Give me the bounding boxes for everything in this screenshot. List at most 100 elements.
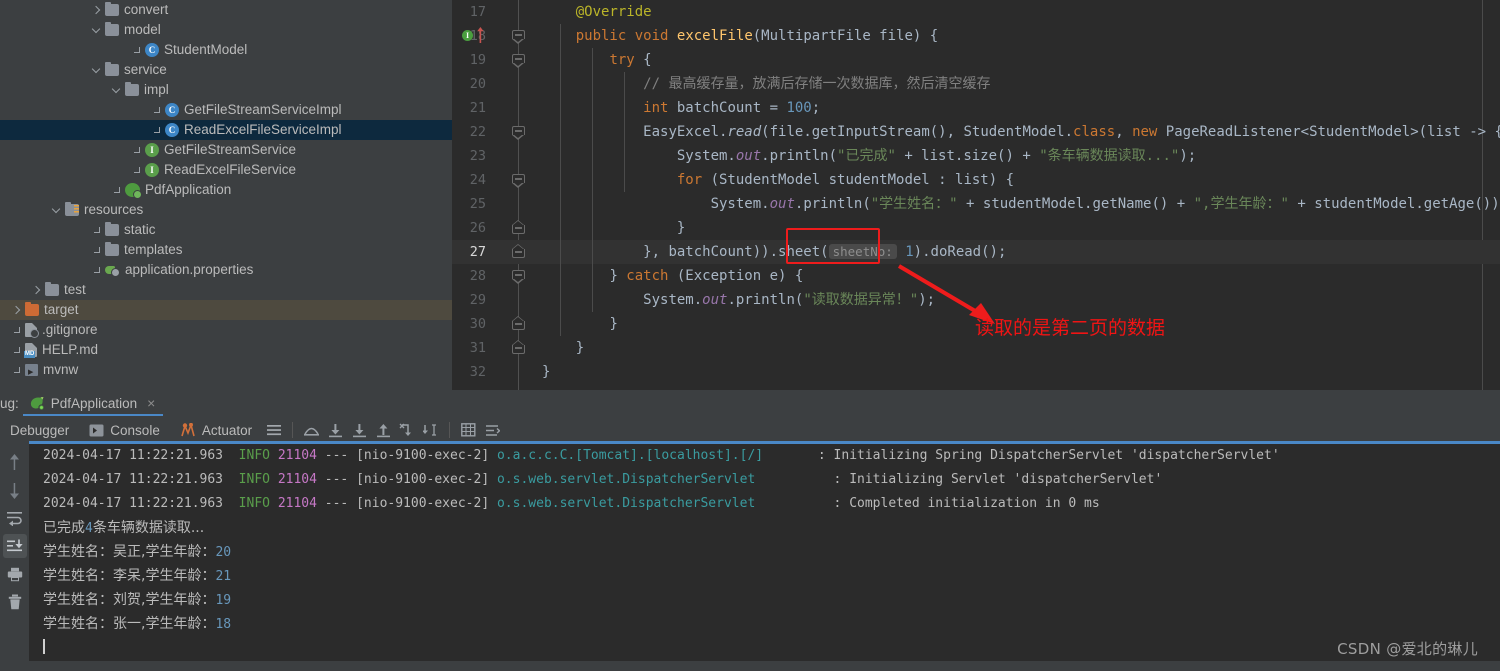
fold-toggle-icon[interactable] <box>512 174 525 188</box>
tree-item-resources[interactable]: resources <box>0 200 452 220</box>
log-message: : Initializing Servlet 'dispatcherServle… <box>833 472 1163 487</box>
console-output-line: 学生姓名：吴正,学生年龄：20 <box>29 540 1500 564</box>
tab-debugger[interactable]: Debugger <box>0 416 79 444</box>
line-number: 24 <box>469 172 486 188</box>
code-text: } <box>542 312 617 336</box>
chevron-right-icon[interactable] <box>92 5 103 16</box>
toolbar-divider <box>292 422 294 438</box>
code-token: PageReadListener<StudentModel>(list -> { <box>1165 124 1500 140</box>
print-icon[interactable] <box>3 562 27 586</box>
chevron-down-icon[interactable] <box>92 25 103 36</box>
step-over-icon[interactable] <box>299 418 323 442</box>
output-number: 20 <box>215 545 232 560</box>
code-token: 100 <box>786 100 812 116</box>
log-logger: o.a.c.c.C.[Tomcat].[localhost].[/] <box>496 448 764 463</box>
tree-item-readexcelfileservice[interactable]: I ReadExcelFileService <box>0 160 452 180</box>
chevron-down-icon[interactable] <box>112 85 123 96</box>
console-caret-line[interactable] <box>29 636 1500 660</box>
step-into-icon[interactable] <box>323 418 347 442</box>
run-tab-pdfapplication[interactable]: PdfApplication × <box>22 390 164 416</box>
tree-item-templates[interactable]: templates <box>0 240 452 260</box>
tree-item-impl[interactable]: impl <box>0 80 452 100</box>
fold-toggle-icon[interactable] <box>512 30 525 44</box>
scroll-down-icon[interactable] <box>3 478 27 502</box>
tree-item-pdfapplication[interactable]: PdfApplication <box>0 180 452 200</box>
run-to-cursor-icon[interactable] <box>419 418 443 442</box>
tab-console[interactable]: Console <box>79 416 170 444</box>
console-output[interactable]: 2024-04-17 11:22:21.963 INFO 21104 --- [… <box>29 444 1500 661</box>
project-tree-panel[interactable]: convert model C StudentModel service impl C Get… <box>0 0 452 390</box>
fold-toggle-icon[interactable] <box>512 340 525 354</box>
code-text: try { <box>542 48 651 72</box>
chevron-down-icon[interactable] <box>52 205 63 216</box>
spring-boot-icon <box>125 183 142 199</box>
tree-item-static[interactable]: static <box>0 220 452 240</box>
fold-toggle-icon[interactable] <box>512 270 525 284</box>
gitignore-file-icon <box>25 323 39 338</box>
drop-frame-icon[interactable] <box>395 418 419 442</box>
chevron-spacer <box>132 145 143 156</box>
code-line: 25 System.out.println("学生姓名：" + studentM… <box>452 192 1500 216</box>
fold-toggle-icon[interactable] <box>512 54 525 68</box>
chevron-right-icon[interactable] <box>12 305 23 316</box>
tree-item--gitignore[interactable]: .gitignore <box>0 320 452 340</box>
line-number: 25 <box>469 196 486 212</box>
chevron-spacer <box>12 325 23 336</box>
tree-item-mvnw[interactable]: mvnw <box>0 360 452 383</box>
code-token: // 最高缓存量，放满后存储一次数据库，然后清空缓存 <box>643 76 991 92</box>
close-icon[interactable]: × <box>147 395 155 411</box>
scroll-up-icon[interactable] <box>3 450 27 474</box>
force-step-into-icon[interactable] <box>347 418 371 442</box>
indent-guide <box>592 48 593 312</box>
code-token: + list.size() + <box>895 148 1040 164</box>
code-token: excelFile <box>676 28 753 44</box>
code-line: 26 } <box>452 216 1500 240</box>
output-text: 学生姓名：刘贺,学生年龄： <box>43 592 216 608</box>
code-text: }, batchCount)).sheet(sheetNo: 1).doRead… <box>542 240 1006 264</box>
tree-item-application-properties[interactable]: application.properties <box>0 260 452 280</box>
line-number: 31 <box>469 340 486 356</box>
settings-icon[interactable] <box>480 418 504 442</box>
soft-wrap-icon[interactable] <box>3 506 27 530</box>
scroll-to-end-icon[interactable] <box>2 534 27 558</box>
tree-item-target[interactable]: target <box>0 300 452 320</box>
code-token: } <box>542 364 551 380</box>
evaluate-icon[interactable] <box>456 418 480 442</box>
tree-item-getfilestreamservice[interactable]: I GetFileStreamService <box>0 140 452 160</box>
chevron-spacer <box>12 365 23 376</box>
ide-window: convert model C StudentModel service impl C Get… <box>0 0 1500 671</box>
step-out-icon[interactable] <box>371 418 395 442</box>
tree-item-label: static <box>124 222 156 237</box>
breakpoint-icon[interactable]: I <box>462 30 473 41</box>
tab-actuator[interactable]: Actuator <box>170 416 262 444</box>
code-token: out <box>769 196 795 212</box>
tree-item-label: model <box>124 22 161 37</box>
line-number: 26 <box>469 220 486 236</box>
code-text: } catch (Exception e) { <box>542 264 803 288</box>
menu-icon[interactable] <box>262 418 286 442</box>
trash-icon[interactable] <box>3 590 27 614</box>
fold-toggle-icon[interactable] <box>512 316 525 330</box>
log-separator: --- <box>324 448 349 463</box>
tree-item-label: test <box>64 282 86 297</box>
tree-item-help-md[interactable]: HELP.md <box>0 340 452 360</box>
fold-toggle-icon[interactable] <box>512 126 525 140</box>
code-token: out <box>702 292 728 308</box>
tree-item-service[interactable]: service <box>0 60 452 80</box>
line-number: 29 <box>469 292 486 308</box>
tree-item-studentmodel[interactable]: C StudentModel <box>0 40 452 60</box>
code-token: (StudentModel studentModel : list) { <box>710 172 1015 188</box>
tree-item-convert[interactable]: convert <box>0 0 452 20</box>
tree-item-test[interactable]: test <box>0 280 452 300</box>
code-token: class <box>1073 124 1116 140</box>
output-text: 学生姓名：张一,学生年龄： <box>43 616 216 632</box>
fold-toggle-icon[interactable] <box>512 244 525 258</box>
chevron-down-icon[interactable] <box>92 65 103 76</box>
log-level: INFO <box>238 448 270 463</box>
tree-item-readexcelfileserviceimpl[interactable]: C ReadExcelFileServiceImpl <box>0 120 452 140</box>
fold-toggle-icon[interactable] <box>512 220 525 234</box>
tree-item-getfilestreamserviceimpl[interactable]: C GetFileStreamServiceImpl <box>0 100 452 120</box>
tree-item-model[interactable]: model <box>0 20 452 40</box>
output-number: 18 <box>215 617 232 632</box>
chevron-right-icon[interactable] <box>32 285 43 296</box>
